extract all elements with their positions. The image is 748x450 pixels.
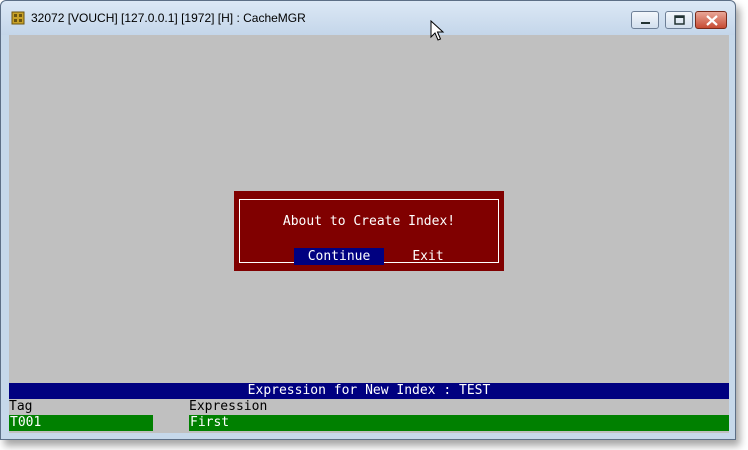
close-button[interactable]	[695, 11, 727, 29]
maximize-button[interactable]	[665, 11, 693, 29]
expression-field[interactable]: First	[189, 415, 729, 431]
tag-field[interactable]: T001	[9, 415, 153, 431]
dialog-message: About to Create Index!	[282, 214, 456, 229]
mouse-pointer-icon	[430, 20, 445, 41]
app-window: 32072 [VOUCH] [127.0.0.1] [1972] [H] : C…	[0, 0, 736, 440]
window-title: 32072 [VOUCH] [127.0.0.1] [1972] [H] : C…	[31, 11, 306, 25]
tag-label: Tag	[9, 399, 33, 414]
terminal-area[interactable]: About to Create Index! Continue Exit Exp…	[9, 35, 729, 433]
maximize-icon	[674, 15, 685, 25]
dialog-frame: About to Create Index! Continue Exit	[239, 199, 499, 265]
app-icon	[11, 11, 25, 25]
minimize-button[interactable]	[631, 11, 659, 29]
expression-label: Expression	[189, 399, 268, 414]
minimize-icon	[641, 22, 650, 24]
continue-button[interactable]: Continue	[294, 248, 384, 265]
confirm-dialog: About to Create Index! Continue Exit	[234, 191, 504, 271]
close-icon	[706, 15, 718, 26]
exit-button[interactable]: Exit	[408, 248, 448, 265]
title-bar[interactable]: 32072 [VOUCH] [127.0.0.1] [1972] [H] : C…	[1, 1, 735, 35]
index-header: Expression for New Index : TEST	[9, 383, 729, 399]
